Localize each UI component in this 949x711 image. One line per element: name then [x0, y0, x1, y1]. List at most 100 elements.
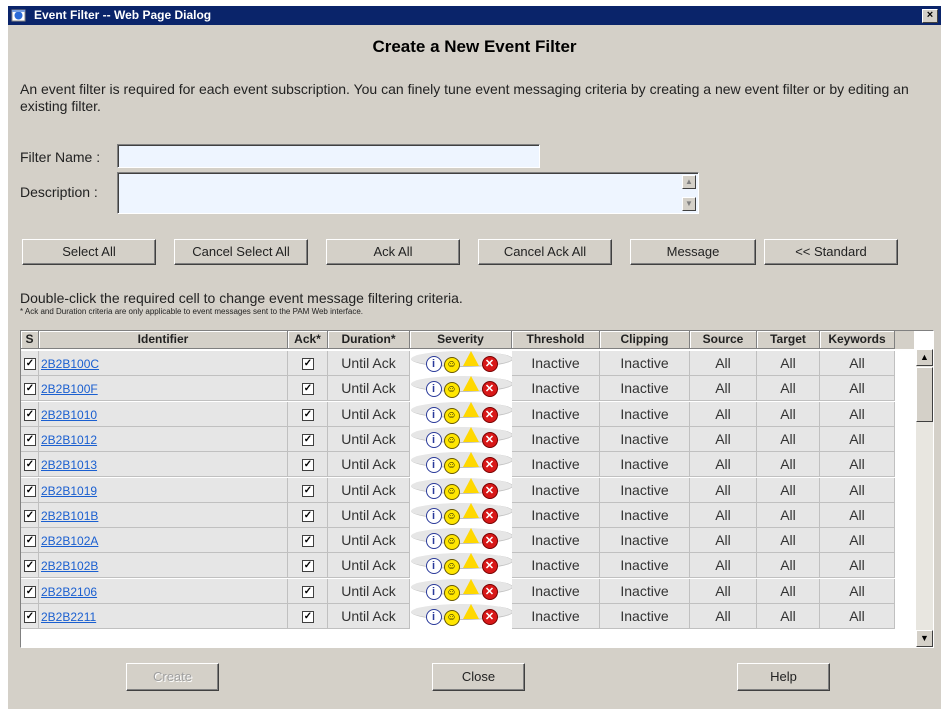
select-cell[interactable]: ✓ — [21, 426, 39, 452]
duration-cell[interactable]: Until Ack — [328, 528, 410, 554]
scroll-down-icon[interactable]: ▼ — [916, 630, 933, 647]
warning-icon[interactable] — [462, 502, 479, 518]
source-cell[interactable]: All — [690, 578, 757, 604]
severity-cell[interactable]: i ☺ ✕ — [411, 604, 513, 626]
severity-cell[interactable]: i ☺ ✕ — [411, 426, 513, 449]
source-cell[interactable]: All — [690, 401, 757, 427]
clipping-cell[interactable]: Inactive — [600, 426, 690, 452]
column-header-clipping[interactable]: Clipping — [600, 331, 690, 349]
source-cell[interactable]: All — [690, 426, 757, 452]
select-checkbox[interactable]: ✓ — [24, 611, 36, 623]
threshold-cell[interactable]: Inactive — [512, 604, 600, 629]
smiley-icon[interactable]: ☺ — [443, 382, 460, 399]
ack-cell[interactable]: ✓ — [288, 604, 328, 629]
severity-cell[interactable]: i ☺ ✕ — [411, 578, 513, 601]
threshold-cell[interactable]: Inactive — [512, 528, 600, 554]
identifier-cell[interactable]: 2B2B1012 — [39, 426, 288, 452]
target-cell[interactable]: All — [757, 452, 820, 478]
standard-button[interactable]: << Standard — [764, 239, 898, 265]
table-row[interactable]: ✓ 2B2B1012 ✓ Until Ack i ☺ ✕ Inactive Inactive Al… — [21, 426, 914, 452]
error-icon[interactable]: ✕ — [481, 406, 498, 423]
error-icon[interactable]: ✕ — [481, 558, 498, 575]
ack-checkbox[interactable]: ✓ — [302, 611, 314, 623]
source-cell[interactable]: All — [690, 351, 757, 376]
ack-cell[interactable]: ✓ — [288, 528, 328, 554]
source-cell[interactable]: All — [690, 502, 757, 528]
select-checkbox[interactable]: ✓ — [24, 509, 36, 522]
target-cell[interactable]: All — [757, 351, 820, 376]
error-icon[interactable]: ✕ — [481, 381, 498, 398]
ack-cell[interactable]: ✓ — [288, 553, 328, 579]
window-close-button[interactable]: × — [922, 9, 938, 23]
table-row[interactable]: ✓ 2B2B1019 ✓ Until Ack i ☺ ✕ Inactive Inactive Al… — [21, 477, 914, 503]
error-icon[interactable]: ✕ — [481, 583, 498, 600]
duration-cell[interactable]: Until Ack — [328, 477, 410, 503]
smiley-icon[interactable]: ☺ — [443, 357, 460, 373]
clipping-cell[interactable]: Inactive — [600, 477, 690, 503]
info-icon[interactable]: i — [425, 558, 442, 575]
warning-icon[interactable] — [462, 553, 479, 569]
cancel-ack-all-button[interactable]: Cancel Ack All — [478, 239, 612, 265]
keywords-cell[interactable]: All — [820, 351, 895, 376]
identifier-link[interactable]: 2B2B2106 — [41, 585, 97, 599]
target-cell[interactable]: All — [757, 376, 820, 402]
clipping-cell[interactable]: Inactive — [600, 553, 690, 579]
grid-scrollbar[interactable]: ▲ ▼ — [916, 349, 933, 647]
table-row[interactable]: ✓ 2B2B100C ✓ Until Ack i ☺ ✕ Inactive Inactive Al… — [21, 351, 914, 376]
keywords-cell[interactable]: All — [820, 553, 895, 579]
error-icon[interactable]: ✕ — [481, 507, 498, 524]
identifier-link[interactable]: 2B2B1010 — [41, 408, 97, 422]
keywords-cell[interactable]: All — [820, 578, 895, 604]
identifier-link[interactable]: 2B2B2211 — [41, 610, 96, 624]
identifier-link[interactable]: 2B2B100F — [41, 382, 98, 396]
identifier-link[interactable]: 2B2B100C — [41, 357, 99, 371]
select-cell[interactable]: ✓ — [21, 452, 39, 478]
ack-checkbox[interactable]: ✓ — [302, 484, 314, 497]
table-row[interactable]: ✓ 2B2B2106 ✓ Until Ack i ☺ ✕ Inactive Inactive Al… — [21, 578, 914, 604]
info-icon[interactable]: i — [425, 583, 442, 600]
help-button[interactable]: Help — [737, 663, 830, 691]
warning-icon[interactable] — [462, 477, 479, 493]
identifier-cell[interactable]: 2B2B1019 — [39, 477, 288, 503]
smiley-icon[interactable]: ☺ — [443, 483, 460, 500]
ack-cell[interactable]: ✓ — [288, 477, 328, 503]
ack-checkbox[interactable]: ✓ — [302, 535, 314, 548]
threshold-cell[interactable]: Inactive — [512, 401, 600, 427]
column-header-ack[interactable]: Ack* — [288, 331, 328, 349]
clipping-cell[interactable]: Inactive — [600, 502, 690, 528]
keywords-cell[interactable]: All — [820, 452, 895, 478]
duration-cell[interactable]: Until Ack — [328, 502, 410, 528]
select-cell[interactable]: ✓ — [21, 502, 39, 528]
select-cell[interactable]: ✓ — [21, 578, 39, 604]
select-all-button[interactable]: Select All — [22, 239, 156, 265]
select-checkbox[interactable]: ✓ — [24, 408, 36, 421]
ack-cell[interactable]: ✓ — [288, 578, 328, 604]
table-row[interactable]: ✓ 2B2B102A ✓ Until Ack i ☺ ✕ Inactive Inactive Al… — [21, 528, 914, 554]
select-checkbox[interactable]: ✓ — [24, 433, 36, 446]
table-row[interactable]: ✓ 2B2B1013 ✓ Until Ack i ☺ ✕ Inactive Inactive Al… — [21, 452, 914, 478]
column-header-target[interactable]: Target — [757, 331, 820, 349]
threshold-cell[interactable]: Inactive — [512, 351, 600, 376]
info-icon[interactable]: i — [425, 609, 442, 625]
ack-cell[interactable]: ✓ — [288, 401, 328, 427]
scroll-up-icon[interactable]: ▲ — [682, 175, 696, 189]
severity-cell[interactable]: i ☺ ✕ — [411, 351, 513, 373]
ack-cell[interactable]: ✓ — [288, 502, 328, 528]
clipping-cell[interactable]: Inactive — [600, 452, 690, 478]
info-icon[interactable]: i — [425, 356, 442, 372]
clipping-cell[interactable]: Inactive — [600, 528, 690, 554]
warning-icon[interactable] — [462, 604, 479, 619]
select-cell[interactable]: ✓ — [21, 477, 39, 503]
threshold-cell[interactable]: Inactive — [512, 502, 600, 528]
scroll-thumb[interactable] — [916, 367, 933, 422]
identifier-cell[interactable]: 2B2B102B — [39, 553, 288, 579]
select-checkbox[interactable]: ✓ — [24, 535, 36, 548]
column-header-select[interactable]: S — [21, 331, 39, 349]
info-icon[interactable]: i — [425, 431, 442, 448]
warning-icon[interactable] — [462, 452, 479, 468]
ack-cell[interactable]: ✓ — [288, 426, 328, 452]
target-cell[interactable]: All — [757, 604, 820, 629]
column-header-severity[interactable]: Severity — [410, 331, 512, 349]
info-icon[interactable]: i — [425, 406, 442, 423]
ack-cell[interactable]: ✓ — [288, 351, 328, 376]
